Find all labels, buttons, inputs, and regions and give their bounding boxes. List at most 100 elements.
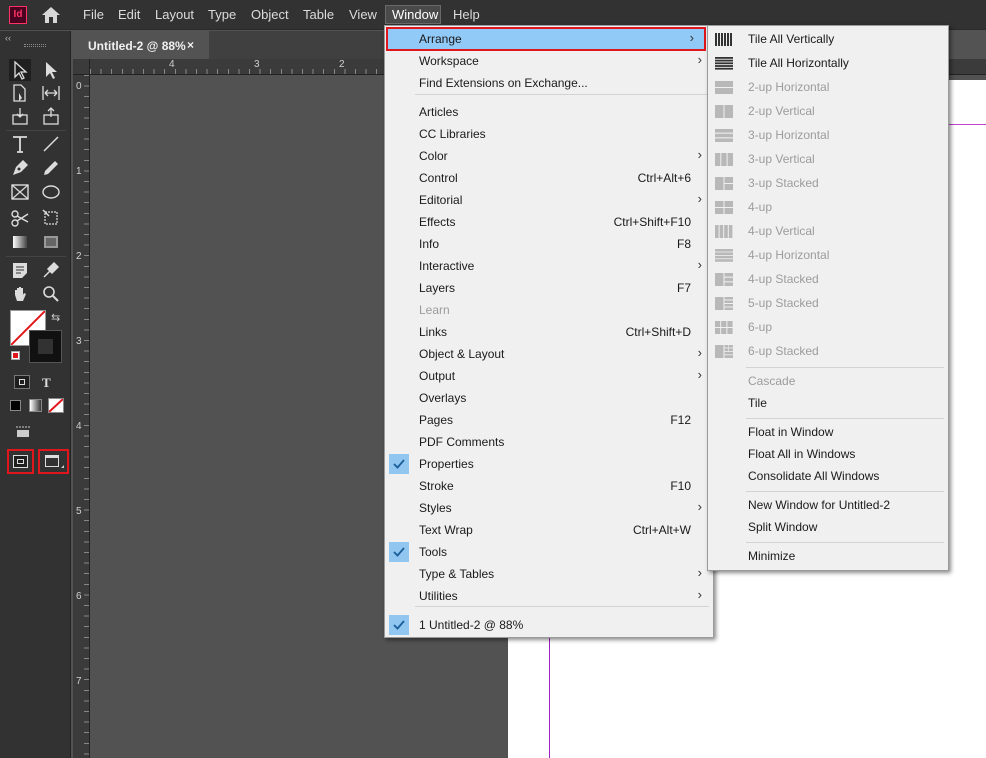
arrange-item-tile[interactable]: Tile — [708, 392, 948, 414]
arrange-item-minimize[interactable]: Minimize — [708, 545, 948, 567]
arrange-item-3-up-horizontal[interactable]: 3-up Horizontal — [708, 124, 948, 146]
menu-item-pages[interactable]: Pages F12 — [385, 409, 713, 431]
arrange-item-3-up-stacked[interactable]: 3-up Stacked — [708, 172, 948, 194]
menu-window[interactable]: Window — [392, 7, 438, 23]
arrange-item-float-all-in-windows[interactable]: Float All in Windows — [708, 443, 948, 465]
menu-item-editorial[interactable]: Editorial › — [385, 189, 713, 211]
content-collector-icon[interactable] — [9, 105, 31, 127]
arrange-item-6-up[interactable]: 6-up — [708, 316, 948, 338]
document-tab[interactable]: Untitled-2 @ 88% × — [73, 31, 209, 59]
6up-icon — [715, 321, 733, 334]
menu-item-utilities[interactable]: Utilities › — [385, 585, 713, 607]
arrange-item-float-in-window[interactable]: Float in Window — [708, 421, 948, 443]
arrange-item-4-up-vertical[interactable]: 4-up Vertical — [708, 220, 948, 242]
arrange-item-new-window-for-untitled-2[interactable]: New Window for Untitled-2 — [708, 494, 948, 516]
menu-item-workspace[interactable]: Workspace › — [385, 50, 713, 72]
formatting-container-icon[interactable] — [14, 375, 30, 389]
swap-colors-icon[interactable]: ⇆ — [51, 311, 60, 324]
arrange-item-split-window[interactable]: Split Window — [708, 516, 948, 538]
arrange-item-tile-all-vertically[interactable]: Tile All Vertically — [708, 28, 948, 50]
menu-item-properties[interactable]: Properties — [385, 453, 713, 475]
default-colors-icon[interactable] — [11, 351, 20, 360]
menu-item-stroke[interactable]: Stroke F10 — [385, 475, 713, 497]
gradient-feather-tool-icon[interactable] — [40, 231, 62, 253]
menu-item-articles[interactable]: Articles — [385, 101, 713, 123]
gradient-swatch-tool-icon[interactable] — [9, 231, 31, 253]
apply-gradient-icon[interactable] — [29, 399, 42, 412]
screen-mode-icon[interactable] — [45, 455, 59, 467]
menu-type[interactable]: Type — [208, 7, 236, 23]
menu-item-label: Pages — [419, 413, 454, 427]
menu-edit[interactable]: Edit — [118, 7, 140, 23]
pen-tool-icon[interactable] — [9, 157, 31, 179]
menu-item-layers[interactable]: Layers F7 — [385, 277, 713, 299]
edit-in-quickmask-icon[interactable] — [14, 425, 32, 439]
menu-item-color[interactable]: Color › — [385, 145, 713, 167]
menu-item-learn[interactable]: Learn — [385, 299, 713, 321]
arrange-item-4-up-horizontal[interactable]: 4-up Horizontal — [708, 244, 948, 266]
menu-help[interactable]: Help — [453, 7, 480, 23]
menu-item-object-layout[interactable]: Object & Layout › — [385, 343, 713, 365]
content-placer-icon[interactable] — [40, 105, 62, 127]
arrange-item-cascade[interactable]: Cascade — [708, 370, 948, 392]
arrange-item-4-up[interactable]: 4-up — [708, 196, 948, 218]
arrange-item-4-up-stacked[interactable]: 4-up Stacked — [708, 268, 948, 290]
menu-item-effects[interactable]: Effects Ctrl+Shift+F10 — [385, 211, 713, 233]
scissors-tool-icon[interactable] — [9, 207, 31, 229]
line-tool-icon[interactable] — [40, 133, 62, 155]
arrange-item-5-up-stacked[interactable]: 5-up Stacked — [708, 292, 948, 314]
arrange-item-3-up-vertical[interactable]: 3-up Vertical — [708, 148, 948, 170]
gap-tool-icon[interactable] — [40, 82, 62, 104]
ellipse-tool-icon[interactable] — [40, 181, 62, 203]
apply-color-icon[interactable] — [10, 400, 21, 411]
free-transform-tool-icon[interactable] — [40, 207, 62, 229]
arrange-item-consolidate-all-windows[interactable]: Consolidate All Windows — [708, 465, 948, 487]
rectangle-frame-tool-icon[interactable] — [9, 181, 31, 203]
arrange-item-tile-all-horizontally[interactable]: Tile All Horizontally — [708, 52, 948, 74]
menu-item-links[interactable]: Links Ctrl+Shift+D — [385, 321, 713, 343]
note-tool-icon[interactable] — [9, 259, 31, 281]
arrange-item-2-up-horizontal[interactable]: 2-up Horizontal — [708, 76, 948, 98]
formatting-text-icon[interactable]: T — [42, 375, 51, 391]
eyedropper-tool-icon[interactable] — [40, 259, 62, 281]
panel-grip-icon[interactable] — [24, 44, 46, 47]
apply-none-icon[interactable] — [48, 398, 64, 413]
menu-item-info[interactable]: Info F8 — [385, 233, 713, 255]
menu-item-tools[interactable]: Tools — [385, 541, 713, 563]
arrange-item-6-up-stacked[interactable]: 6-up Stacked — [708, 340, 948, 362]
submenu-arrow-icon: › — [697, 345, 702, 360]
menu-item-interactive[interactable]: Interactive › — [385, 255, 713, 277]
menu-item-cc-libraries[interactable]: CC Libraries — [385, 123, 713, 145]
menu-view[interactable]: View — [349, 7, 377, 23]
menu-table[interactable]: Table — [303, 7, 334, 23]
page-tool-icon[interactable] — [9, 82, 31, 104]
menu-item-type-tables[interactable]: Type & Tables › — [385, 563, 713, 585]
home-icon[interactable] — [40, 5, 62, 25]
menu-item-arrange[interactable]: Arrange › — [386, 27, 706, 51]
normal-screen-mode-icon[interactable] — [13, 455, 28, 468]
menu-item-output[interactable]: Output › — [385, 365, 713, 387]
direct-selection-tool-icon[interactable] — [40, 59, 62, 81]
document-tabbar: Untitled-2 @ 88% × — [73, 31, 386, 59]
menu-layout[interactable]: Layout — [155, 7, 194, 23]
menu-item-pdf-comments[interactable]: PDF Comments — [385, 431, 713, 453]
menu-item-control[interactable]: Control Ctrl+Alt+6 — [385, 167, 713, 189]
menu-item-text-wrap[interactable]: Text Wrap Ctrl+Alt+W — [385, 519, 713, 541]
hand-tool-icon[interactable] — [9, 283, 31, 305]
zoom-tool-icon[interactable] — [40, 283, 62, 305]
menu-item-styles[interactable]: Styles › — [385, 497, 713, 519]
menu-item-1-untitled-2-88[interactable]: 1 Untitled-2 @ 88% — [385, 614, 713, 636]
menu-item-overlays[interactable]: Overlays — [385, 387, 713, 409]
stroke-swatch[interactable] — [29, 330, 62, 363]
ruler-origin[interactable] — [73, 59, 90, 75]
selection-tool-icon[interactable] — [9, 59, 31, 81]
close-tab-icon[interactable]: × — [187, 38, 194, 52]
vertical-ruler[interactable]: 0 1 2 3 4 5 6 7 — [73, 75, 90, 758]
pencil-tool-icon[interactable] — [40, 157, 62, 179]
menu-object[interactable]: Object — [251, 7, 289, 23]
type-tool-icon[interactable] — [9, 133, 31, 155]
menu-file[interactable]: File — [83, 7, 104, 23]
menu-item-find-extensions-on-exchange[interactable]: Find Extensions on Exchange... — [385, 72, 713, 94]
collapse-panel-icon[interactable]: ‹‹ — [5, 33, 11, 43]
arrange-item-2-up-vertical[interactable]: 2-up Vertical — [708, 100, 948, 122]
